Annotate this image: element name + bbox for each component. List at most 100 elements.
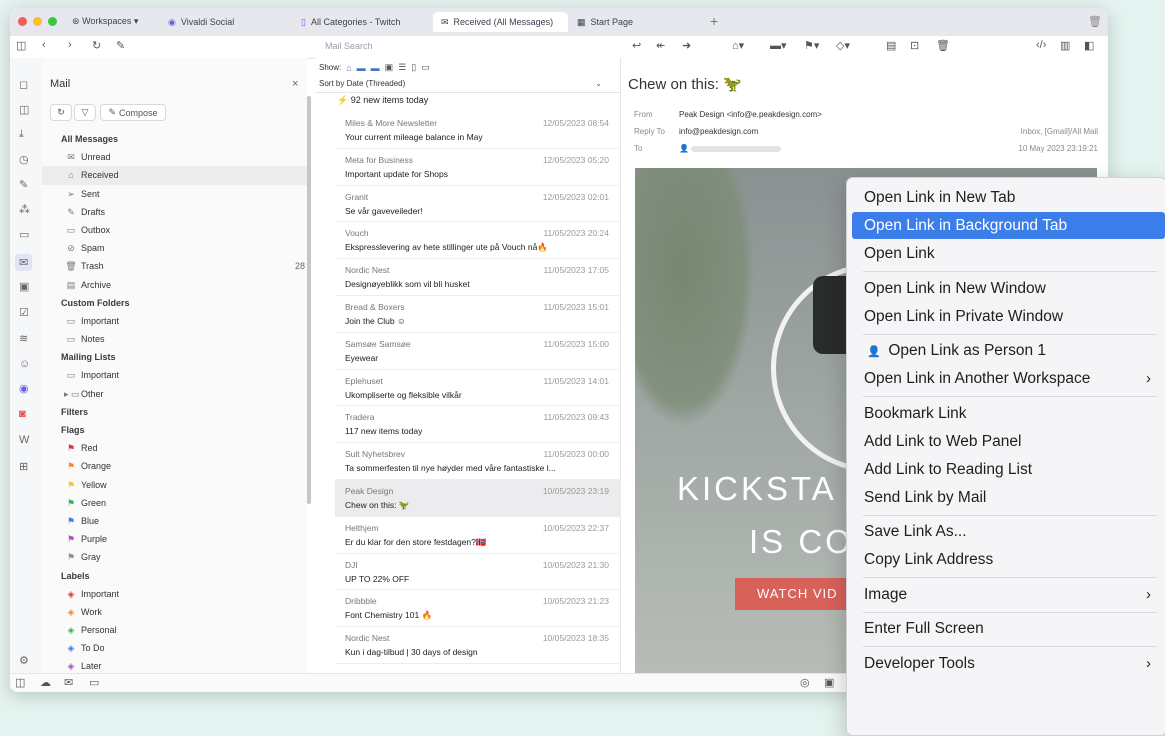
sidebar-folder-item[interactable]: ⚑ Gray	[42, 548, 307, 566]
sidebar-scrollbar[interactable]	[307, 96, 311, 504]
context-menu-item[interactable]: Open Link in Background Tab	[852, 212, 1165, 239]
compose-button[interactable]: ✎ Compose	[100, 104, 166, 121]
close-window-button[interactable]	[18, 17, 27, 26]
panel-toggle-icon[interactable]: ◫	[15, 676, 25, 689]
context-menu-item[interactable]: Add Link to Web Panel	[852, 428, 1165, 455]
cloud-sync-icon[interactable]: ☁	[40, 676, 51, 689]
message-row[interactable]: Sult Nyhetsbrev 11/05/2023 00:00 Ta sommer…	[335, 443, 621, 480]
calendar-icon[interactable]: ▭	[19, 228, 29, 241]
tree-section-header[interactable]: Labels	[42, 567, 307, 585]
spam-icon[interactable]: ⊡	[910, 39, 919, 52]
mail-status-icon[interactable]: ✉	[64, 676, 73, 689]
sort-dropdown[interactable]: Sort by Date (Threaded) ⌄	[315, 75, 620, 93]
sidebar-folder-item[interactable]: ✉ Unread	[42, 148, 307, 166]
list-filter-icon[interactable]: ☰	[398, 62, 406, 73]
trash-icon[interactable]: 🗑	[1088, 15, 1102, 28]
inbox-icon[interactable]: ⌂▾	[732, 39, 744, 52]
replyto-value[interactable]: info@peakdesign.com	[679, 127, 758, 136]
message-row[interactable]: Miles & More Newsletter 12/05/2023 08:54 Y…	[335, 112, 621, 149]
thread-filter-icon[interactable]: ▣	[385, 62, 394, 73]
context-menu-item[interactable]: 👤 Open Link as Person 1	[852, 337, 1165, 364]
sidebar-folder-item[interactable]: ▸ ▭Other	[42, 385, 307, 403]
message-row[interactable]: Nordic Nest 10/05/2023 18:35 Kun i dag-til…	[335, 627, 621, 664]
source-icon[interactable]: ‹/›	[1036, 39, 1046, 51]
to-value[interactable]: 👤	[679, 144, 782, 153]
forward-icon[interactable]: ›	[68, 39, 72, 51]
message-row[interactable]: Tradera 11/05/2023 09:43 117 new items tod…	[335, 406, 621, 444]
edit-icon[interactable]: ✎	[116, 39, 125, 52]
message-row[interactable]: Granit 12/05/2023 02:01 Se vår gaveveilede…	[335, 186, 621, 223]
sidebar-folder-item[interactable]: ⚑ Purple	[42, 530, 307, 548]
message-row[interactable]: Dribbble 10/05/2023 21:23 Font Chemistry 1…	[335, 590, 621, 628]
history-icon[interactable]: ◷	[19, 153, 29, 166]
add-panel-icon[interactable]: ⊞	[19, 460, 28, 473]
context-menu-item[interactable]: Open Link in New Window	[852, 275, 1165, 302]
calendar2-icon[interactable]: ▣	[19, 280, 29, 293]
received-filter-icon[interactable]: ⌂	[346, 63, 351, 73]
context-menu-item[interactable]: Add Link to Reading List	[852, 456, 1165, 483]
tree-section-header[interactable]: All Messages	[42, 130, 307, 148]
message-row[interactable]: Meta for Business 12/05/2023 05:20 Importa…	[335, 149, 621, 186]
folder-icon[interactable]: ▬▾	[770, 39, 787, 52]
context-menu-item[interactable]: Open Link	[852, 240, 1165, 267]
flag-icon[interactable]: ⚑▾	[804, 39, 819, 52]
folder-filter-icon[interactable]: ▬	[357, 63, 366, 73]
image-icon[interactable]: ▣	[824, 676, 834, 689]
panel-toggle-icon[interactable]: ◫	[16, 39, 26, 52]
context-menu-item[interactable]: Save Link As...	[852, 518, 1165, 545]
layout-icon[interactable]: ◧	[1084, 39, 1094, 52]
context-menu-item[interactable]: Image ›	[852, 581, 1165, 608]
context-menu-item[interactable]: Bookmark Link	[852, 400, 1165, 427]
mail-panel-icon[interactable]: ✉	[15, 254, 33, 271]
reply-icon[interactable]: ↩	[632, 39, 641, 52]
minimize-window-button[interactable]	[33, 17, 42, 26]
sidebar-folder-item[interactable]: ◈ Personal	[42, 621, 307, 639]
refresh-mail-button[interactable]: ↻	[50, 104, 72, 121]
tab-start-page[interactable]: ▦ Start Page	[569, 12, 641, 32]
sidebar-folder-item[interactable]: ▭ Notes	[42, 330, 307, 348]
wikipedia-icon[interactable]: W	[19, 434, 29, 446]
tree-section-header[interactable]: Flags	[42, 421, 307, 439]
message-row[interactable]: Vouch 11/05/2023 20:24 Ekspresslevering av…	[335, 222, 621, 260]
tab-twitch[interactable]: ▯ All Categories - Twitch	[293, 12, 408, 32]
translate-icon[interactable]: ⁂	[19, 203, 30, 216]
sidebar-folder-item[interactable]: ✎ Drafts	[42, 203, 307, 221]
sidebar-folder-item[interactable]: ▭ Important	[42, 366, 307, 384]
message-partial[interactable]: ⚡ 92 new items today	[337, 95, 428, 106]
context-menu-item[interactable]: Enter Full Screen	[852, 615, 1165, 642]
sidebar-folder-item[interactable]: ◈ Important	[42, 585, 307, 603]
settings-icon[interactable]: ⚙	[19, 654, 29, 667]
context-menu-item[interactable]: Open Link in New Tab	[852, 184, 1165, 211]
close-icon[interactable]: ×	[292, 78, 298, 90]
sidebar-folder-item[interactable]: ▤ Archive	[42, 276, 307, 294]
view-icon[interactable]: ▥	[1060, 39, 1070, 52]
sidebar-folder-item[interactable]: 🗑 Trash 28	[42, 257, 307, 275]
sidebar-folder-item[interactable]: ◈ To Do	[42, 639, 307, 657]
message-row[interactable]: Peak Design 10/05/2023 23:19 Chew on this:…	[335, 479, 621, 517]
sent-filter-icon[interactable]: ▬	[371, 63, 380, 73]
reading-list-icon[interactable]: ◫	[19, 103, 29, 116]
vivaldi-panel-icon[interactable]: ◙	[19, 408, 26, 420]
sidebar-folder-item[interactable]: ⚑ Yellow	[42, 476, 307, 494]
reload-icon[interactable]: ↻	[92, 39, 101, 52]
new-tab-button[interactable]: +	[710, 13, 718, 29]
sidebar-folder-item[interactable]: ⚑ Green	[42, 494, 307, 512]
sidebar-folder-item[interactable]: ▭ Important	[42, 312, 307, 330]
tasks-icon[interactable]: ☑	[19, 306, 29, 319]
tab-vivaldi-social[interactable]: ◉ Vivaldi Social	[160, 12, 242, 32]
from-value[interactable]: Peak Design <info@e.peakdesign.com>	[679, 110, 822, 119]
sidebar-folder-item[interactable]: ⚑ Red	[42, 439, 307, 457]
tree-section-header[interactable]: Custom Folders	[42, 294, 307, 312]
notes-icon[interactable]: ✎	[19, 178, 28, 191]
reply-all-icon[interactable]: ↞	[656, 39, 665, 52]
more-filter-icon[interactable]: ▭	[421, 62, 430, 73]
sidebar-folder-item[interactable]: ➢ Sent	[42, 185, 307, 203]
sidebar-folder-item[interactable]: ⚑ Blue	[42, 512, 307, 530]
message-row[interactable]: Nordic Nest 11/05/2023 17:05 Designøyeblik…	[335, 259, 621, 296]
bookmarks-icon[interactable]: ◻	[19, 78, 28, 91]
context-menu-item[interactable]: Copy Link Address	[852, 546, 1165, 573]
context-menu-item[interactable]: Send Link by Mail	[852, 484, 1165, 511]
mastodon-panel-icon[interactable]: ◉	[19, 382, 29, 395]
context-menu-item[interactable]: Open Link in Private Window	[852, 303, 1165, 330]
sidebar-folder-item[interactable]: ▭ Outbox	[42, 221, 307, 239]
